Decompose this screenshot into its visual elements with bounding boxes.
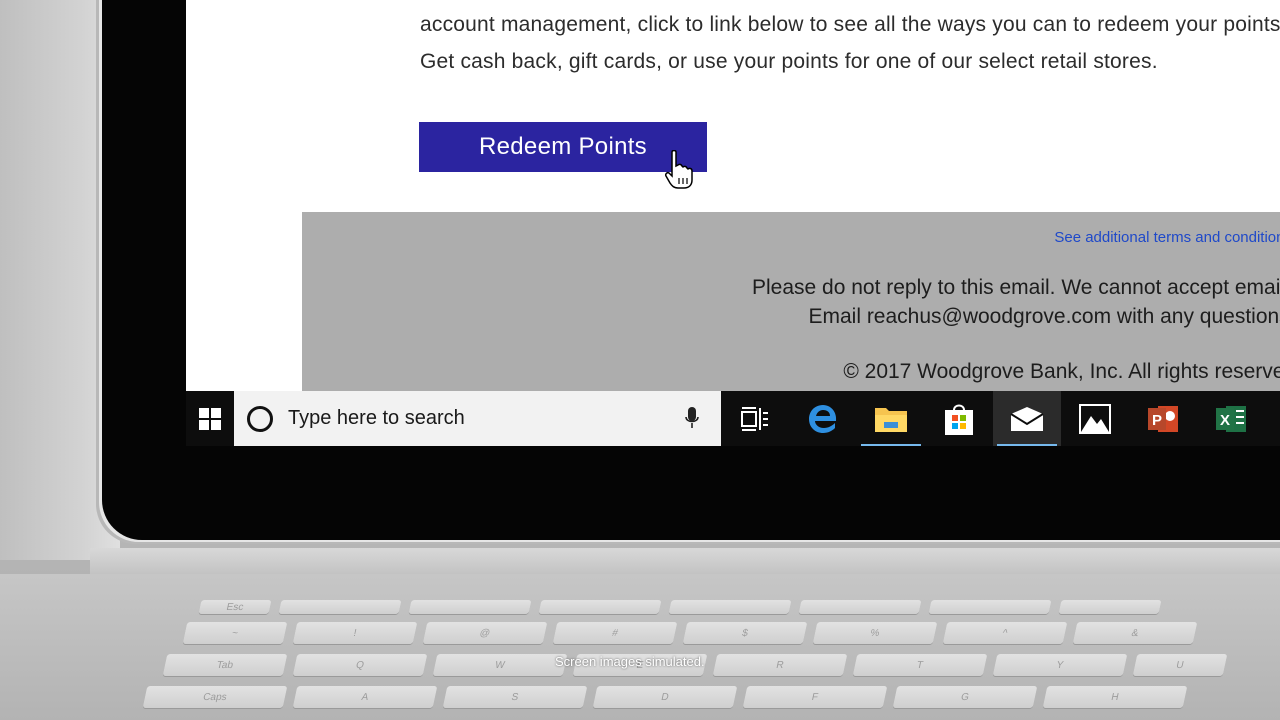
key: ~ bbox=[182, 622, 288, 644]
key: Tab bbox=[162, 654, 288, 676]
key: ! bbox=[292, 622, 418, 644]
photos-icon bbox=[1079, 403, 1111, 434]
mail-button[interactable] bbox=[993, 391, 1061, 446]
store-button[interactable] bbox=[925, 391, 993, 446]
keyboard-row-num: ~ ! @ # $ % ^ & bbox=[182, 622, 1198, 644]
disclaimer-line-1: Please do not reply to this email. We ca… bbox=[752, 276, 1280, 299]
key: ^ bbox=[942, 622, 1068, 644]
key: H bbox=[1042, 686, 1188, 708]
task-view-button[interactable] bbox=[721, 391, 789, 446]
key: % bbox=[812, 622, 938, 644]
disclaimer-text: Please do not reply to this email. We ca… bbox=[752, 273, 1280, 331]
key bbox=[538, 600, 662, 614]
svg-text:X: X bbox=[1220, 412, 1230, 429]
key: $ bbox=[682, 622, 808, 644]
hand-cursor-icon bbox=[665, 150, 693, 189]
active-indicator bbox=[861, 444, 921, 446]
copyright-text: © 2017 Woodgrove Bank, Inc. All rights r… bbox=[843, 360, 1280, 383]
key bbox=[928, 600, 1052, 614]
email-body-line-2: Get cash back, gift cards, or use your p… bbox=[420, 50, 1158, 73]
microphone-icon[interactable] bbox=[685, 406, 699, 430]
edge-icon bbox=[809, 404, 837, 433]
key: Caps bbox=[142, 686, 288, 708]
screen: account management, click to link below … bbox=[186, 0, 1280, 446]
start-button[interactable] bbox=[186, 391, 234, 446]
key bbox=[798, 600, 922, 614]
key: Y bbox=[992, 654, 1128, 676]
svg-text:P: P bbox=[1152, 412, 1162, 429]
laptop-hinge bbox=[90, 548, 1280, 574]
task-view-icon bbox=[741, 406, 768, 431]
file-explorer-icon bbox=[875, 407, 907, 432]
key: Esc bbox=[198, 600, 272, 614]
disclaimer-line-2: Email reachus@woodgrove.com with any que… bbox=[808, 305, 1280, 328]
key: U bbox=[1132, 654, 1228, 676]
key: Q bbox=[292, 654, 428, 676]
search-placeholder: Type here to search bbox=[288, 407, 465, 429]
keyboard-row-a: Caps A S D F G H bbox=[142, 686, 1188, 708]
key: A bbox=[292, 686, 438, 708]
cortana-icon bbox=[247, 405, 273, 432]
file-explorer-button[interactable] bbox=[857, 391, 925, 446]
powerpoint-button[interactable]: P bbox=[1129, 391, 1197, 446]
powerpoint-icon: P bbox=[1148, 405, 1178, 432]
windows-logo-icon bbox=[199, 407, 221, 430]
email-body-text: account management, click to link below … bbox=[420, 6, 1280, 80]
keyboard-row-fn: Esc bbox=[198, 600, 1162, 614]
keyboard: Esc ~ ! @ # $ % ^ & Tab Q W E R T Y U Ca… bbox=[0, 574, 1280, 720]
key: R bbox=[712, 654, 848, 676]
key bbox=[408, 600, 532, 614]
key bbox=[1058, 600, 1162, 614]
mail-icon bbox=[1010, 406, 1044, 431]
key: G bbox=[892, 686, 1038, 708]
key: T bbox=[852, 654, 988, 676]
key: F bbox=[742, 686, 888, 708]
key bbox=[278, 600, 402, 614]
taskbar: Type here to search P X bbox=[186, 391, 1280, 446]
key: @ bbox=[422, 622, 548, 644]
excel-icon: X bbox=[1216, 405, 1246, 432]
excel-button[interactable]: X bbox=[1197, 391, 1265, 446]
screen-simulated-caption: Screen images simulated. bbox=[555, 654, 705, 669]
key: S bbox=[442, 686, 588, 708]
terms-link[interactable]: See additional terms and conditions bbox=[1054, 229, 1280, 246]
store-icon bbox=[945, 404, 973, 435]
edge-button[interactable] bbox=[789, 391, 857, 446]
key: D bbox=[592, 686, 738, 708]
key: # bbox=[552, 622, 678, 644]
key bbox=[668, 600, 792, 614]
photos-button[interactable] bbox=[1061, 391, 1129, 446]
key: W bbox=[432, 654, 568, 676]
taskbar-search-box[interactable]: Type here to search bbox=[234, 391, 721, 446]
email-body-line-1: account management, click to link below … bbox=[420, 13, 1280, 36]
key: & bbox=[1072, 622, 1198, 644]
active-indicator bbox=[997, 444, 1057, 446]
